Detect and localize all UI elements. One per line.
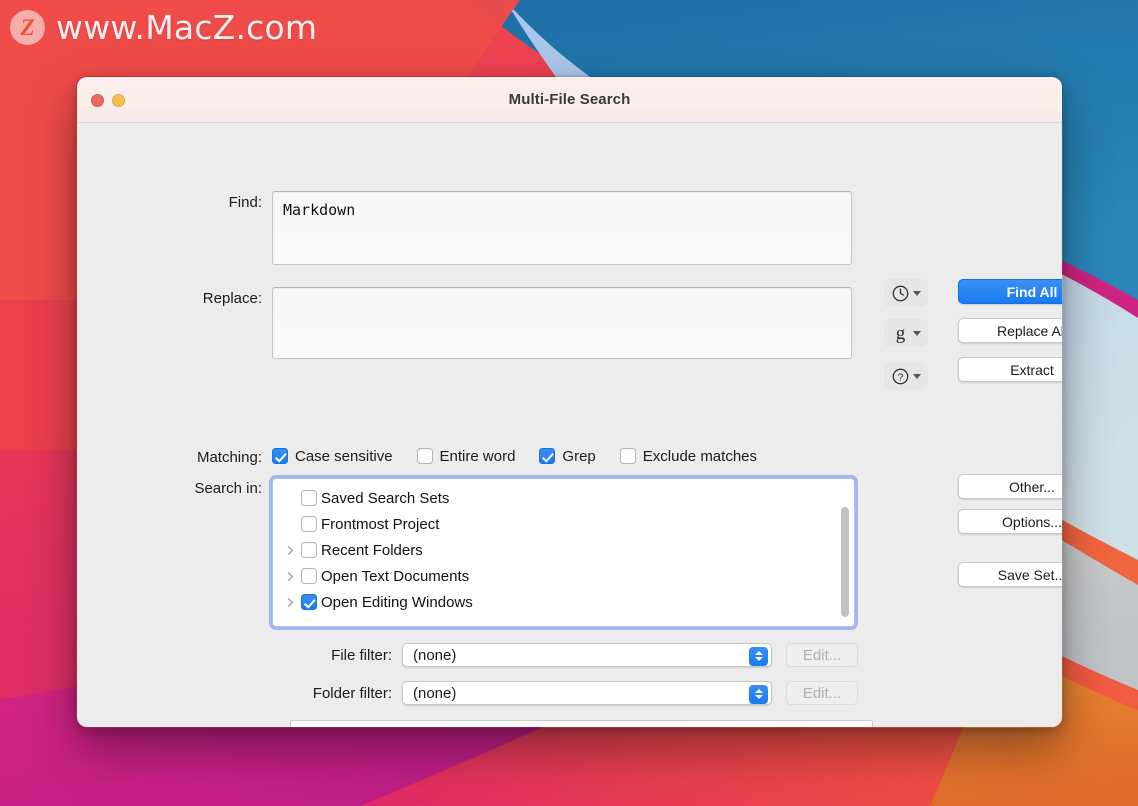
folder-filter-label: Folder filter: xyxy=(312,684,392,702)
grep-patterns-dropdown-button[interactable]: g xyxy=(884,319,928,347)
list-item[interactable]: Recent Folders xyxy=(273,537,854,563)
chevron-right-icon[interactable] xyxy=(279,571,301,582)
find-input-value: Markdown xyxy=(283,201,356,219)
checkbox-label: Grep xyxy=(562,447,596,465)
stepper-icon[interactable] xyxy=(749,684,768,704)
matching-row: Matching: Case sensitive Entire word Gre… xyxy=(77,446,781,467)
folder-filter-value: (none) xyxy=(413,684,457,702)
checkbox-grep[interactable]: Grep xyxy=(539,447,596,465)
checkbox-label: Case sensitive xyxy=(295,447,393,465)
checkbox-label: Exclude matches xyxy=(642,447,758,465)
window-controls xyxy=(91,77,125,123)
checkbox-entire-word[interactable]: Entire word xyxy=(416,447,516,465)
search-history-dropdown-button[interactable] xyxy=(884,279,928,307)
chevron-down-icon xyxy=(913,373,921,379)
list-item[interactable]: Frontmost Project xyxy=(273,511,854,537)
letter-g-icon: g xyxy=(895,322,906,344)
find-input[interactable]: Markdown xyxy=(272,191,852,265)
find-label: Find: xyxy=(228,194,262,211)
chevron-up-icon xyxy=(754,688,763,693)
replace-row: Replace: xyxy=(77,287,852,359)
list-item-label: Open Editing Windows xyxy=(321,593,473,611)
file-filter-select[interactable]: (none) xyxy=(402,643,772,667)
chevron-down-icon xyxy=(913,290,921,296)
question-mark-icon: ? xyxy=(891,367,910,386)
checkbox-box xyxy=(272,448,288,464)
checkbox-box[interactable] xyxy=(301,516,317,532)
options-button[interactable]: Options... xyxy=(958,509,1062,534)
extract-button[interactable]: Extract xyxy=(958,357,1062,382)
window-body: Find: Markdown Replace: g ? Find All Rep… xyxy=(77,123,1062,727)
checkbox-label: Entire word xyxy=(439,447,516,465)
replace-input[interactable] xyxy=(272,287,852,359)
list-item-label: Recent Folders xyxy=(321,541,423,559)
file-filter-label: File filter: xyxy=(331,646,392,664)
window-title: Multi-File Search xyxy=(508,91,631,108)
checkbox-box xyxy=(619,448,636,464)
list-item[interactable]: Open Editing Windows xyxy=(273,589,854,615)
chevron-up-icon xyxy=(754,650,763,655)
list-item-label: Frontmost Project xyxy=(321,515,440,533)
find-row: Find: Markdown xyxy=(77,191,852,265)
other-button[interactable]: Other... xyxy=(958,474,1062,499)
checkbox-box[interactable] xyxy=(301,568,317,584)
list-item[interactable]: Open Text Documents xyxy=(273,563,854,589)
list-item[interactable]: Saved Search Sets xyxy=(273,485,854,511)
checkbox-exclude-matches[interactable]: Exclude matches xyxy=(619,447,758,465)
list-item-label: Saved Search Sets xyxy=(321,489,450,507)
checkbox-case-sensitive[interactable]: Case sensitive xyxy=(272,448,393,465)
matching-label: Matching: xyxy=(196,449,262,466)
window-titlebar: Multi-File Search xyxy=(77,77,1062,123)
search-in-listbox[interactable]: Saved Search Sets Frontmost Project Rece… xyxy=(272,478,855,627)
folder-filter-select[interactable]: (none) xyxy=(402,681,772,705)
replace-all-button[interactable]: Replace All xyxy=(958,318,1062,343)
save-set-button[interactable]: Save Set... xyxy=(958,562,1062,587)
help-dropdown-button[interactable]: ? xyxy=(884,362,928,390)
chevron-down-icon xyxy=(754,657,763,662)
minimize-button[interactable] xyxy=(112,93,125,107)
chevron-right-icon[interactable] xyxy=(279,545,301,556)
status-text-area: 3 Open Text Documents: Markdown-Basics.m… xyxy=(290,720,873,727)
folder-filter-row: Folder filter: (none) Edit... xyxy=(77,681,858,705)
chevron-right-icon[interactable] xyxy=(279,597,301,608)
clock-icon xyxy=(891,284,910,303)
checkbox-box xyxy=(539,448,556,464)
folder-filter-edit-button[interactable]: Edit... xyxy=(786,681,858,705)
checkbox-box[interactable] xyxy=(301,542,317,558)
file-filter-value: (none) xyxy=(413,646,457,664)
search-in-label: Search in: xyxy=(194,480,262,497)
file-filter-row: File filter: (none) Edit... xyxy=(77,643,858,667)
stepper-icon[interactable] xyxy=(749,646,768,666)
file-filter-edit-button[interactable]: Edit... xyxy=(786,643,858,667)
chevron-down-icon xyxy=(754,695,763,700)
replace-label: Replace: xyxy=(202,290,262,307)
chevron-down-icon xyxy=(913,330,921,336)
list-item-label: Open Text Documents xyxy=(321,567,470,585)
matching-checkbox-group: Case sensitive Entire word Grep Exclude … xyxy=(272,448,781,465)
checkbox-box xyxy=(416,448,433,464)
close-button[interactable] xyxy=(91,93,104,107)
svg-text:?: ? xyxy=(898,372,904,383)
search-in-row: Search in: Saved Search Sets Frontmost P… xyxy=(77,478,855,627)
listbox-scrollbar[interactable] xyxy=(841,507,849,617)
multi-file-search-window: Multi-File Search Find: Markdown Replace… xyxy=(76,76,1063,728)
find-all-button[interactable]: Find All xyxy=(958,279,1062,304)
checkbox-box[interactable] xyxy=(301,490,317,506)
checkbox-box[interactable] xyxy=(301,594,317,610)
